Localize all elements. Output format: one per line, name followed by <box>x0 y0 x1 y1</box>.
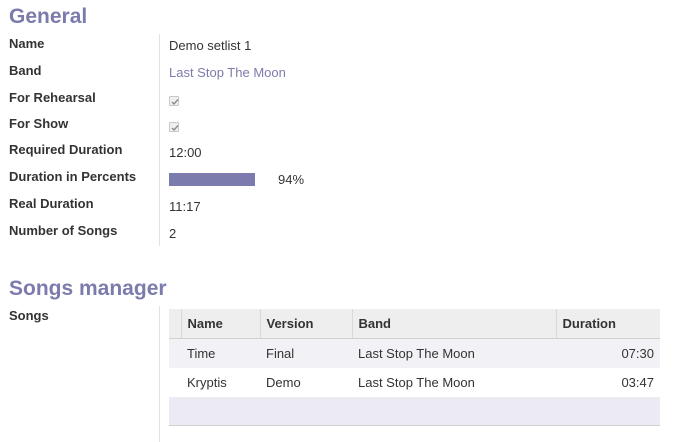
song-duration-cell[interactable]: 03:47 <box>556 368 660 397</box>
duration-percents-label: Duration in Percents <box>9 169 137 184</box>
songs-table: Name Version Band Duration Time Final La… <box>169 309 660 426</box>
row-handle-header <box>169 309 181 339</box>
checkmark-icon <box>171 125 179 132</box>
table-bottom-border <box>169 425 660 426</box>
table-row[interactable]: Kryptis Demo Last Stop The Moon 03:47 <box>169 368 660 397</box>
row-handle <box>169 339 181 369</box>
required-duration-value: 12:00 <box>169 145 202 160</box>
duration-progress-bar <box>169 173 261 186</box>
table-footer-row <box>169 397 660 426</box>
column-header-duration[interactable]: Duration <box>555 309 660 339</box>
empty-row <box>169 397 660 426</box>
checkmark-icon <box>171 99 179 106</box>
song-name-cell[interactable]: Time <box>181 339 260 369</box>
song-version-cell[interactable]: Demo <box>260 368 352 397</box>
for-show-label: For Show <box>9 116 69 131</box>
song-band-cell[interactable]: Last Stop The Moon <box>352 339 556 369</box>
song-band-cell[interactable]: Last Stop The Moon <box>352 368 556 397</box>
band-link[interactable]: Last Stop The Moon <box>169 65 286 80</box>
number-of-songs-label: Number of Songs <box>9 223 118 238</box>
song-name-cell[interactable]: Kryptis <box>181 368 260 397</box>
section-title-general: General <box>9 5 88 28</box>
songs-label: Songs <box>9 308 49 323</box>
number-of-songs-value: 2 <box>169 226 177 241</box>
required-duration-label: Required Duration <box>9 142 123 157</box>
song-version-cell[interactable]: Final <box>260 339 352 369</box>
songs-divider <box>159 306 160 442</box>
for-show-checkbox[interactable] <box>169 122 179 132</box>
column-header-version[interactable]: Version <box>259 309 352 339</box>
name-label: Name <box>9 36 45 51</box>
table-header-row: Name Version Band Duration <box>169 309 660 339</box>
band-label: Band <box>9 63 42 78</box>
column-header-band[interactable]: Band <box>351 309 556 339</box>
duration-progress-fill <box>169 173 256 186</box>
for-rehearsal-label: For Rehearsal <box>9 90 96 105</box>
duration-percent-text: 94% <box>278 172 305 187</box>
real-duration-label: Real Duration <box>9 196 94 211</box>
column-header-name[interactable]: Name <box>180 309 260 339</box>
name-value: Demo setlist 1 <box>169 38 252 53</box>
row-handle <box>169 368 181 397</box>
real-duration-value: 11:17 <box>169 199 201 214</box>
section-title-songs-manager: Songs manager <box>9 277 167 300</box>
table-row[interactable]: Time Final Last Stop The Moon 07:30 <box>169 338 660 369</box>
song-duration-cell[interactable]: 07:30 <box>556 339 660 369</box>
general-divider <box>159 34 160 246</box>
for-rehearsal-checkbox[interactable] <box>169 96 179 106</box>
